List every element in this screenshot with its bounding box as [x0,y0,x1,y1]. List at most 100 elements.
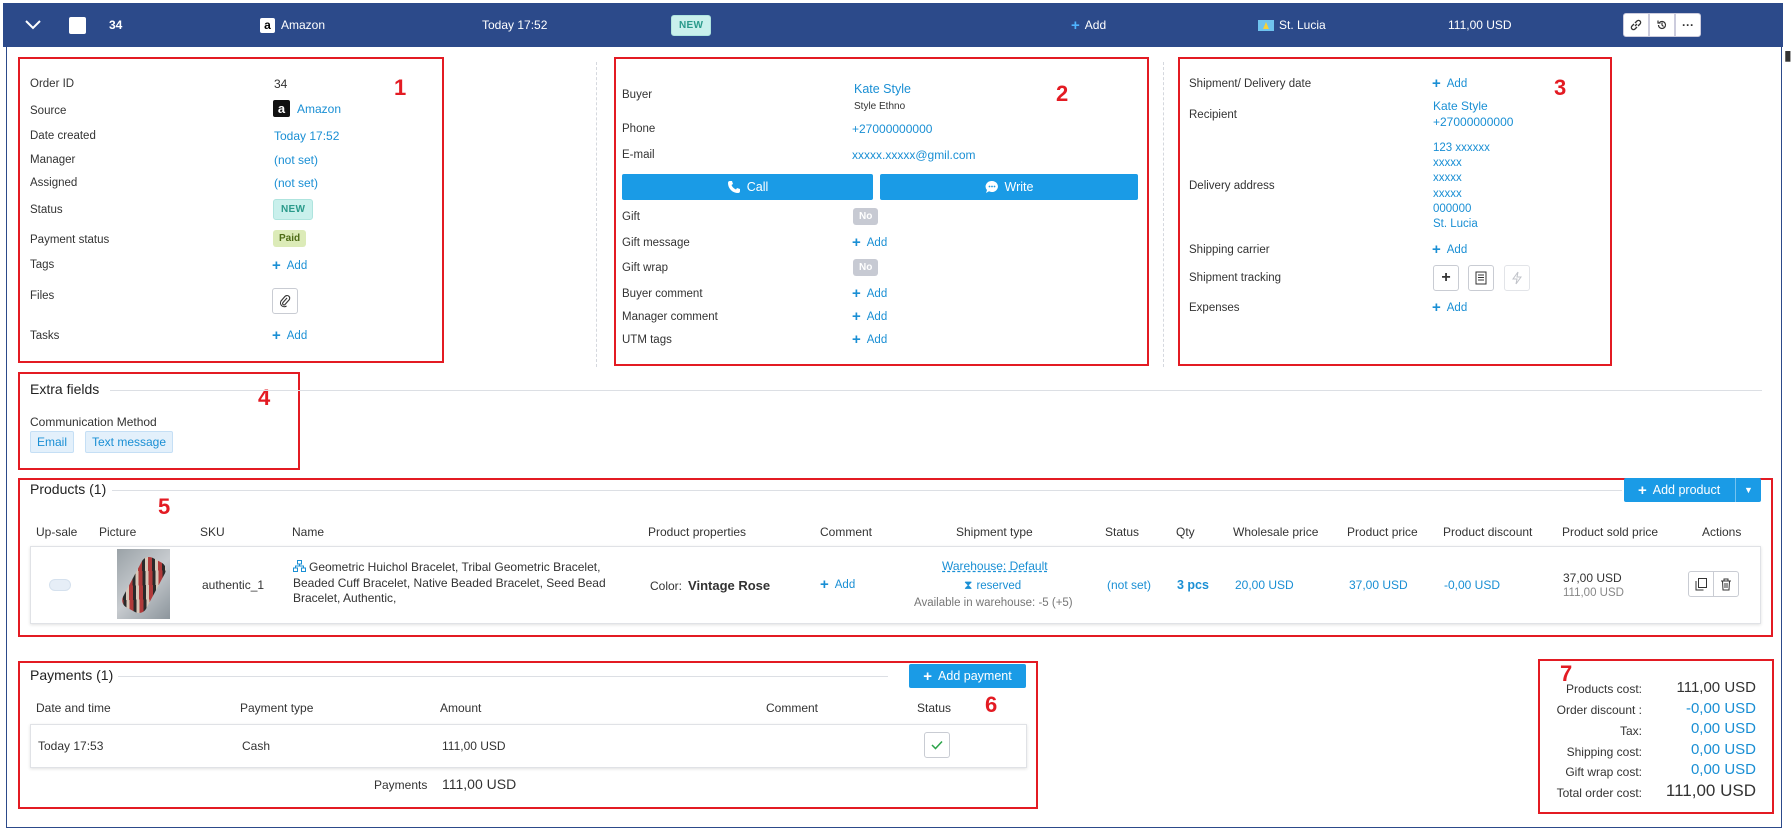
order-header-bar[interactable]: 34 a Amazon Today 17:52 NEW + Add St. Luc… [3,3,1783,47]
phone-label: Phone [622,123,656,135]
communication-method-label: Communication Method [30,415,157,429]
payments-total-label: Payments [374,778,428,792]
tasks-add[interactable]: + Add [272,327,307,344]
delete-product-button[interactable] [1713,571,1739,597]
tasks-label: Tasks [30,330,60,342]
plus-icon: + [923,667,933,685]
product-status[interactable]: (not set) [1107,578,1151,592]
table-row[interactable] [30,546,1761,624]
manager-value[interactable]: (not set) [274,153,318,167]
delivery-date-add[interactable]: + Add [1432,75,1467,92]
hourglass-icon: ⧗ [964,578,973,592]
col-payment-status: Status [917,701,952,715]
tracking-auto-button[interactable] [1504,265,1530,291]
product-name[interactable]: Geometric Huichol Bracelet, Tribal Geome… [293,560,611,607]
chip-text-message[interactable]: Text message [85,431,174,453]
table-row[interactable] [30,724,1027,768]
phone-value[interactable]: +27000000000 [852,122,932,136]
gift-wrap-toggle[interactable]: No [853,259,879,276]
attach-file-button[interactable] [272,288,298,314]
reserved-status[interactable]: ⧗ reserved [964,578,1021,593]
gift-wrap-cost[interactable]: 0,00 USD [1691,761,1756,778]
history-icon[interactable] [1649,13,1675,37]
sold-total: 111,00 USD [1563,587,1624,599]
manager-label: Manager [30,154,76,166]
email-label: E-mail [622,149,655,161]
warehouse-link[interactable]: Warehouse: Default [942,559,1048,573]
add-tracking-button[interactable]: + [1433,265,1459,291]
plus-icon: + [820,576,829,593]
payment-status-label: Payment status [30,234,110,246]
delivery-date-label: Shipment/ Delivery date [1189,78,1312,90]
shipping-cost[interactable]: 0,00 USD [1691,741,1756,758]
payment-status-check[interactable] [924,732,950,758]
files-label: Files [30,290,55,302]
plus-icon: + [852,331,861,348]
email-value[interactable]: xxxxx.xxxxx@gmil.com [852,148,976,162]
add-product-button[interactable]: + Add product ▼ [1624,478,1761,502]
link-icon[interactable] [1623,13,1649,37]
product-property: Color: Vintage Rose [650,578,771,593]
column-divider [1163,62,1164,367]
plus-icon: + [272,257,281,274]
wholesale-price[interactable]: 20,00 USD [1235,578,1294,592]
col-date-time: Date and time [36,701,111,715]
product-discount[interactable]: -0,00 USD [1444,578,1500,592]
assigned-value[interactable]: (not set) [274,176,318,190]
tags-add[interactable]: + Add [272,257,307,274]
products-title: Products (1) [30,481,107,497]
product-comment-add[interactable]: + Add [820,576,855,593]
payment-status-badge[interactable]: Paid [273,230,307,247]
paperclip-icon [279,294,291,308]
annotation-number-2: 2 [1056,81,1069,106]
buyer-comment-label: Buyer comment [622,288,703,300]
product-qty[interactable]: 3 pcs [1177,578,1209,592]
copy-product-button[interactable] [1688,571,1714,597]
status-badge[interactable]: NEW [671,3,712,47]
col-discount: Product discount [1443,525,1533,539]
order-total: 111,00 USD [1448,18,1512,32]
collapse-chevron-icon[interactable] [23,3,43,47]
delivery-address-label: Delivery address [1189,180,1275,192]
header-actions[interactable]: ··· [1623,3,1701,47]
product-price[interactable]: 37,00 USD [1349,578,1408,592]
order-id: 34 [109,18,123,32]
status-label: Status [30,204,63,216]
write-button[interactable]: Write [880,174,1138,200]
bundle-icon [293,560,306,572]
recipient-phone[interactable]: +27000000000 [1433,115,1513,129]
utm-tags-add[interactable]: + Add [852,331,887,348]
annotation-number-1: 1 [394,75,407,100]
buyer-name[interactable]: Kate Style [854,82,911,96]
date-created-value[interactable]: Today 17:52 [274,129,339,143]
plus-icon: + [852,234,861,251]
total-order-cost-label: Total order cost: [1556,786,1642,800]
tax[interactable]: 0,00 USD [1691,720,1756,737]
manager-comment-add[interactable]: + Add [852,308,887,325]
chip-email[interactable]: Email [30,431,75,453]
status-badge[interactable]: NEW [273,199,314,220]
upsale-toggle[interactable] [49,579,71,591]
gift-message-add[interactable]: + Add [852,234,887,251]
annotation-number-6: 6 [985,692,998,717]
header-add-button[interactable]: + Add [1071,3,1106,47]
tracking-document-button[interactable] [1468,265,1494,291]
shipping-carrier-add[interactable]: + Add [1432,241,1467,258]
products-cost: 111,00 USD [1676,679,1757,696]
col-payment-comment: Comment [766,701,819,715]
call-button[interactable]: Call [622,174,873,200]
recipient-name[interactable]: Kate Style [1433,99,1488,113]
expenses-add[interactable]: + Add [1432,299,1467,316]
delivery-address[interactable]: 123 xxxxxx xxxxx xxxxx xxxxx 000000 St. … [1433,141,1490,232]
product-image[interactable] [117,549,170,619]
source-value[interactable]: a Amazon [273,100,341,117]
order-discount[interactable]: -0,00 USD [1686,700,1756,717]
add-payment-button[interactable]: + Add payment [909,664,1026,688]
buyer-comment-add[interactable]: + Add [852,285,887,302]
order-id-label: Order ID [30,78,75,90]
side-panel-handle[interactable]: ▮ [1784,47,1792,65]
gift-toggle[interactable]: No [853,208,879,225]
section-divider [118,676,888,677]
select-checkbox[interactable] [69,3,86,47]
more-icon[interactable]: ··· [1675,13,1701,37]
